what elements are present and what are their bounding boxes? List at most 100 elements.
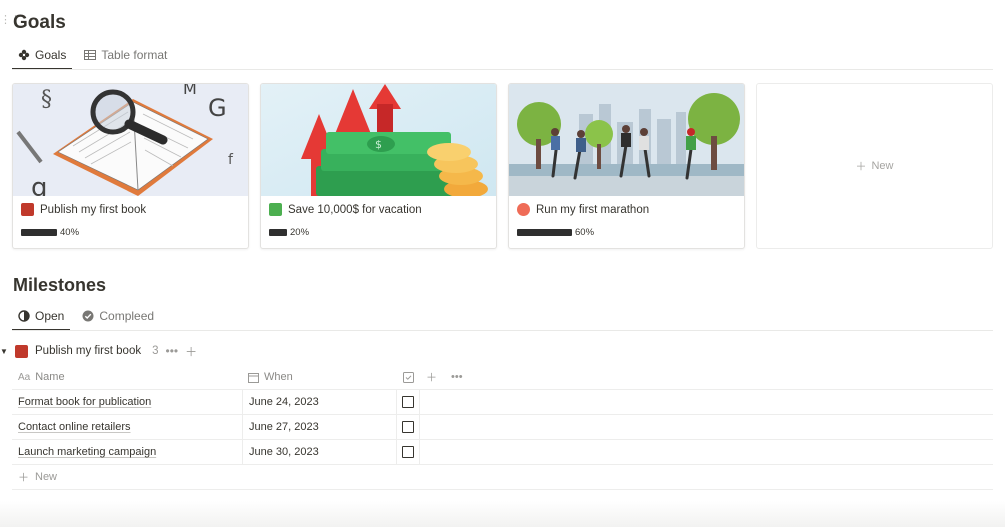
goal-card[interactable]: § M G f g Publish my first book 40% — [12, 83, 249, 249]
progress-label: 20% — [290, 227, 310, 238]
goals-tabs: Goals Table format — [12, 41, 173, 70]
row-empty — [420, 440, 993, 464]
tab-open[interactable]: Open — [12, 302, 71, 331]
tab-compleed[interactable]: Compleed — [76, 302, 160, 330]
header-name-label: Name — [35, 371, 65, 383]
book-illustration: § M G f g — [13, 84, 248, 196]
drag-handle-icon[interactable]: ⋮⋮ — [0, 15, 21, 31]
header-when-label: When — [264, 371, 293, 383]
card-cover-money: $ — [261, 84, 496, 196]
done-checkbox[interactable] — [402, 421, 414, 433]
table-header-row: Aa Name When ＋ ••• — [12, 365, 993, 390]
progress-label: 60% — [575, 227, 595, 238]
tab-goals-label: Goals — [35, 48, 67, 62]
chart-money-icon — [269, 203, 282, 216]
svg-text:g: g — [31, 173, 48, 196]
milestones-tabs: Open Compleed — [12, 302, 160, 331]
milestones-table: Aa Name When ＋ ••• Format book for publi… — [12, 365, 993, 490]
new-card-label: New — [871, 160, 894, 172]
row-when[interactable]: June 24, 2023 — [242, 390, 396, 414]
runner-icon — [517, 203, 530, 216]
red-book-icon — [21, 203, 34, 216]
group-count: 3 — [152, 345, 159, 357]
svg-text:$: $ — [375, 138, 382, 151]
header-when[interactable]: When — [242, 365, 396, 389]
progress-label: 40% — [60, 227, 80, 238]
new-goal-card[interactable]: ＋ New — [756, 83, 993, 249]
tab-compleed-label: Compleed — [99, 309, 155, 323]
new-row-label: New — [35, 471, 58, 483]
section-title-milestones: Milestones — [13, 275, 107, 295]
table-row[interactable]: Contact online retailers June 27, 2023 — [12, 415, 993, 440]
svg-text:§: § — [41, 87, 52, 112]
header-name[interactable]: Aa Name — [12, 365, 242, 389]
row-name[interactable]: Contact online retailers — [18, 421, 131, 433]
text-property-icon: Aa — [18, 371, 31, 383]
row-empty — [420, 390, 993, 414]
group-header: ▼ Publish my first book 3 ••• ＋ — [0, 342, 197, 360]
row-name-cell: Launch marketing campaign — [12, 440, 242, 464]
goal-card[interactable]: Run my first marathon 60% — [508, 83, 745, 249]
card-title: Run my first marathon — [517, 203, 649, 216]
page-title-goals: Goals — [13, 12, 66, 33]
table-icon — [84, 50, 97, 60]
group-title[interactable]: Publish my first book — [35, 345, 141, 357]
row-done-cell — [396, 390, 420, 414]
progress: 40% — [21, 227, 79, 238]
tab-table-format[interactable]: Table format — [78, 41, 173, 69]
plus-icon: ＋ — [18, 472, 29, 484]
milestones-tabs-divider — [12, 330, 993, 331]
money-illustration: $ — [261, 84, 496, 196]
card-cover-book: § M G f g — [13, 84, 248, 196]
row-done-cell — [396, 440, 420, 464]
more-options-icon[interactable]: ••• — [166, 344, 179, 358]
progress-bar — [21, 229, 57, 236]
more-options-icon[interactable]: ••• — [451, 371, 463, 383]
card-title: Publish my first book — [21, 203, 146, 216]
progress: 60% — [517, 227, 594, 238]
card-cover-marathon — [509, 84, 744, 196]
table-row[interactable]: Launch marketing campaign June 30, 2023 — [12, 440, 993, 465]
header-actions: ＋ ••• — [420, 365, 993, 389]
progress-bar — [269, 229, 287, 236]
table-row[interactable]: Format book for publication June 24, 202… — [12, 390, 993, 415]
header-done[interactable] — [396, 365, 420, 389]
plus-icon: ＋ — [855, 161, 867, 173]
row-name[interactable]: Format book for publication — [18, 396, 151, 408]
svg-text:G: G — [208, 94, 227, 122]
half-circle-icon — [18, 310, 30, 322]
add-icon[interactable]: ＋ — [185, 343, 197, 360]
card-title: Save 10,000$ for vacation — [269, 203, 422, 216]
bottom-fade — [0, 501, 1005, 527]
red-book-icon — [15, 344, 28, 358]
goals-tabs-divider — [12, 69, 993, 70]
card-title-text: Publish my first book — [40, 203, 147, 216]
tab-table-format-label: Table format — [101, 48, 168, 62]
done-checkbox[interactable] — [402, 396, 414, 408]
svg-text:M: M — [183, 84, 197, 98]
done-checkbox[interactable] — [402, 446, 414, 458]
row-done-cell — [396, 415, 420, 439]
tab-goals[interactable]: Goals — [12, 41, 73, 70]
progress: 20% — [269, 227, 309, 238]
marathon-illustration — [509, 84, 744, 196]
add-property-icon[interactable]: ＋ — [426, 369, 437, 385]
row-empty — [420, 415, 993, 439]
calendar-icon — [248, 372, 259, 383]
tab-open-label: Open — [35, 309, 65, 323]
progress-bar — [517, 229, 572, 236]
checkbox-property-icon — [402, 371, 414, 383]
card-title-text: Save 10,000$ for vacation — [288, 203, 422, 216]
flower-icon — [18, 49, 30, 61]
row-name-cell: Contact online retailers — [12, 415, 242, 439]
row-name[interactable]: Launch marketing campaign — [18, 446, 156, 458]
goal-card[interactable]: $ Save 10,000$ for vacation 20% — [260, 83, 497, 249]
goal-cards-gallery: § M G f g Publish my first book 40% $ Sa… — [12, 83, 993, 249]
collapse-triangle-icon[interactable]: ▼ — [0, 347, 8, 356]
check-circle-icon — [82, 310, 94, 322]
row-when[interactable]: June 30, 2023 — [242, 440, 396, 464]
row-when[interactable]: June 27, 2023 — [242, 415, 396, 439]
row-name-cell: Format book for publication — [12, 390, 242, 414]
card-title-text: Run my first marathon — [536, 203, 650, 216]
new-row-button[interactable]: ＋ New — [12, 465, 993, 490]
